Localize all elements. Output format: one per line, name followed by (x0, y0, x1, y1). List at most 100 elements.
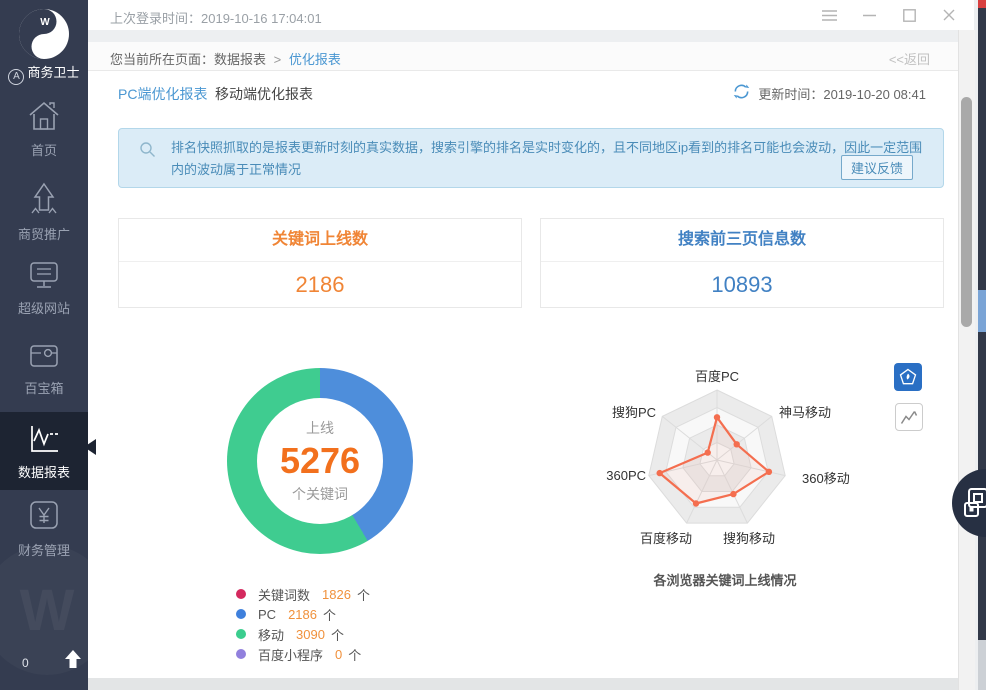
donut-center-value: 5276 (280, 440, 360, 482)
app-logo-icon: W (18, 8, 70, 60)
legend-dot-icon (236, 609, 246, 619)
last-login-time: 上次登录时间：2019-10-16 17:04:01 (110, 8, 322, 27)
radar-chart-icon (898, 367, 918, 387)
radar-axis-label: 搜狗移动 (723, 528, 775, 547)
legend-item-baidu-miniapp[interactable]: 百度小程序 0 个 (236, 644, 370, 664)
tabbar: PC端优化报表 移动端优化报表 更新时间：2019-10-20 08:41 (88, 71, 958, 115)
radar-axis-label: 百度PC (695, 366, 739, 385)
legend-label: PC (258, 607, 276, 622)
refresh-zone: 更新时间：2019-10-20 08:41 (733, 83, 926, 103)
legend-label: 关键词数 (258, 585, 310, 604)
stat-card-top3-pages: 搜索前三页信息数 10893 (540, 218, 944, 308)
main-content: 排名快照抓取的是报表更新时刻的真实数据，搜索引擎的排名是实时变化的，且不同地区i… (88, 114, 958, 678)
radar-axis-label: 百度移动 (634, 528, 692, 547)
brand-name: 商务卫士 (27, 65, 79, 80)
chart-legend: 关键词数 1826 个 PC 2186 个 移动 3090 个 百度小程序 0 … (236, 584, 370, 664)
line-chart-icon (900, 409, 918, 425)
legend-item-keywords[interactable]: 关键词数 1826 个 (236, 584, 370, 604)
active-item-notch-icon (84, 439, 96, 455)
notice-text: 排名快照抓取的是报表更新时刻的真实数据，搜索引擎的排名是实时变化的，且不同地区i… (171, 137, 927, 181)
maximize-icon[interactable] (898, 7, 920, 23)
donut-chart: 上线 5276 个关键词 (227, 368, 413, 554)
search-icon (139, 141, 156, 161)
tab-pc-report[interactable]: PC端优化报表 (118, 84, 207, 104)
sidebar-item-label: 商贸推广 (0, 224, 88, 243)
notice-banner: 排名快照抓取的是报表更新时刻的真实数据，搜索引擎的排名是实时变化的，且不同地区i… (118, 128, 944, 188)
titlebar: 上次登录时间：2019-10-16 17:04:01 (88, 0, 974, 30)
legend-value: 2186 (288, 607, 317, 622)
legend-unit: 个 (323, 605, 336, 624)
close-icon[interactable] (938, 7, 960, 23)
legend-unit: 个 (357, 585, 370, 604)
app-window: { "titlebar": { "last_login": "上次登录时间：20… (0, 0, 986, 690)
breadcrumb-section: 数据报表 (214, 52, 266, 67)
legend-unit: 个 (348, 645, 361, 664)
sidebar-item-home[interactable]: 首页 (0, 100, 88, 159)
website-monitor-icon (26, 260, 62, 290)
legend-value: 1826 (322, 587, 351, 602)
sidebar-item-toolbox[interactable]: 百宝箱 (0, 342, 88, 397)
stat-card-title: 关键词上线数 (119, 219, 521, 262)
vertical-scrollbar[interactable] (958, 30, 975, 690)
tab-mobile-report[interactable]: 移动端优化报表 (215, 84, 313, 104)
back-link[interactable]: <<返回 (889, 49, 930, 68)
legend-item-mobile[interactable]: 移动 3090 个 (236, 624, 370, 644)
qr-code-icon (960, 486, 986, 520)
background-window-close-sliver (978, 0, 986, 8)
breadcrumb-prefix: 您当前所在页面： (110, 52, 214, 67)
toolbox-icon (26, 342, 62, 370)
promotion-arrow-icon (26, 182, 62, 216)
breadcrumb-bar: 您当前所在页面：数据报表 > 优化报表 <<返回 (88, 42, 958, 71)
sidebar-bottom-count: 0 (22, 656, 29, 670)
donut-center-bottom: 个关键词 (292, 484, 348, 504)
donut-center: 上线 5276 个关键词 (257, 398, 383, 524)
svg-text:W: W (40, 17, 50, 28)
home-icon (26, 100, 62, 132)
up-arrow-icon[interactable] (64, 650, 82, 673)
bottom-strip (88, 678, 958, 690)
minimize-icon[interactable] (858, 7, 880, 23)
update-time: 更新时间：2019-10-20 08:41 (758, 84, 926, 103)
breadcrumb-current[interactable]: 优化报表 (289, 52, 341, 67)
stat-card-title: 搜索前三页信息数 (541, 219, 943, 262)
legend-item-pc[interactable]: PC 2186 个 (236, 604, 370, 624)
radar-axis-label: 搜狗PC (594, 402, 656, 421)
radar-chart-button[interactable] (894, 363, 922, 391)
legend-value: 3090 (296, 627, 325, 642)
stat-card-keywords-online: 关键词上线数 2186 (118, 218, 522, 308)
legend-dot-icon (236, 629, 246, 639)
background-window-gray-sliver (978, 640, 986, 690)
radar-axis-label: 神马移动 (779, 402, 831, 421)
sidebar-item-label: 数据报表 (0, 462, 88, 481)
breadcrumb: 您当前所在页面：数据报表 > 优化报表 (110, 49, 341, 68)
sidebar: W A商务卫士 首页 商贸推广 超级网站 (0, 0, 88, 690)
line-chart-button[interactable] (895, 403, 923, 431)
legend-label: 移动 (258, 625, 284, 644)
brand-badge-icon: A (8, 69, 24, 85)
scrollbar-thumb[interactable] (961, 97, 972, 327)
background-window-edge (978, 0, 986, 690)
finance-yuan-icon (27, 498, 61, 532)
sidebar-item-promotion[interactable]: 商贸推广 (0, 182, 88, 243)
radar-chart: 百度PC 神马移动 360移动 搜狗移动 百度移动 360PC 搜狗PC 各浏览… (580, 360, 870, 590)
brand: A商务卫士 (0, 62, 88, 85)
refresh-icon[interactable] (733, 83, 750, 103)
radar-caption: 各浏览器关键词上线情况 (580, 570, 870, 589)
legend-unit: 个 (331, 625, 344, 644)
radar-axis-label: 360PC (594, 468, 646, 483)
legend-label: 百度小程序 (258, 645, 323, 664)
legend-value: 0 (335, 647, 342, 662)
report-chart-icon (25, 424, 63, 454)
legend-dot-icon (236, 649, 246, 659)
sidebar-item-label: 百宝箱 (0, 378, 88, 397)
sidebar-item-reports[interactable]: 数据报表 (0, 412, 88, 490)
stat-card-value: 2186 (119, 262, 521, 307)
sidebar-item-label: 超级网站 (0, 298, 88, 317)
background-window-blue-sliver (978, 290, 986, 332)
donut-center-top: 上线 (306, 418, 334, 438)
hamburger-menu-icon[interactable] (818, 7, 840, 23)
radar-axis-label: 360移动 (802, 468, 850, 487)
sidebar-item-website[interactable]: 超级网站 (0, 260, 88, 317)
feedback-button[interactable]: 建议反馈 (841, 155, 913, 180)
breadcrumb-separator: > (274, 52, 282, 67)
